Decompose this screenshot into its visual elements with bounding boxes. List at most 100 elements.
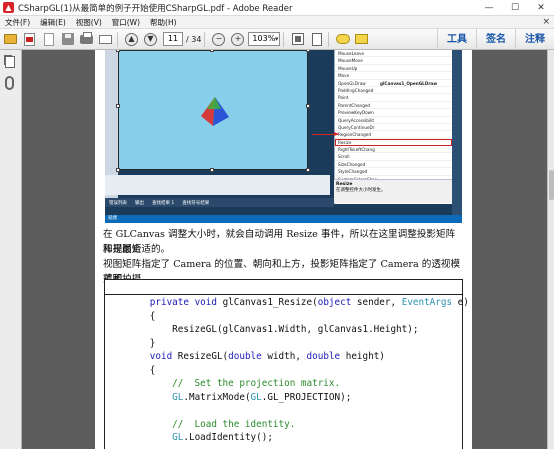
menu-view[interactable]: 视图(V) [71, 17, 107, 28]
code-token: { [105, 310, 156, 322]
code-token: ResizeGL( [172, 351, 229, 362]
property-row: StyleChanged [335, 168, 452, 176]
tab-error-list: 错误列表 [109, 200, 127, 206]
fit-page-button[interactable] [289, 31, 306, 48]
menu-bar: 文件(F) 编辑(E) 视图(V) 窗口(W) 帮助(H) × [0, 16, 554, 29]
pdf-icon [24, 32, 35, 46]
previous-page-button[interactable]: ▲ [123, 31, 140, 48]
property-row: MouseLeave [335, 50, 452, 58]
save-button[interactable] [59, 31, 76, 48]
property-row: QueryContinueDr [335, 124, 452, 132]
code-token: GL [250, 391, 262, 403]
comment-button[interactable] [334, 31, 351, 48]
paragraph-line: 阵是最合适的。 [103, 244, 171, 255]
menu-help[interactable]: 帮助(H) [145, 17, 182, 28]
property-row: MouseMove [335, 57, 452, 65]
code-token: .GL_PROJECTION); [261, 391, 352, 403]
vertical-scrollbar[interactable] [547, 50, 554, 449]
sign-button[interactable] [353, 31, 370, 48]
folder-icon [4, 34, 17, 44]
code-token: .MatrixMode( [183, 391, 251, 403]
menu-edit[interactable]: 编辑(E) [35, 17, 71, 28]
code-line: GL.MatrixMode(GL.GL_PROJECTION); [105, 391, 351, 404]
page-total: / 34 [186, 34, 202, 44]
code-token: double [306, 351, 341, 362]
sign-link[interactable]: 签名 [476, 29, 515, 50]
scrollbar-thumb[interactable] [549, 170, 554, 200]
title-bar: ▲ CSharpGL(1)从最简单的例子开始使用CSharpGL.pdf - A… [0, 0, 554, 16]
code-token: glCanvas1_Resize( [216, 297, 318, 308]
code-line: // Load the identity. [105, 418, 295, 431]
toolbar-separator [117, 31, 118, 47]
property-row: RightToLeftChang [335, 146, 452, 154]
property-row: SizeChanged [335, 161, 452, 169]
next-page-button[interactable]: ▼ [142, 31, 159, 48]
tab-find-results: 查找结果 1 [152, 200, 175, 206]
toolbar-separator [204, 31, 206, 47]
code-line: void ResizeGL(double width, double heigh… [105, 350, 385, 363]
tab-output: 输出 [135, 200, 144, 206]
code-token: GL [172, 432, 184, 443]
code-token: private [149, 297, 189, 308]
vs-status-bar: 就绪 [105, 215, 462, 223]
resize-handle [210, 168, 214, 172]
code-block: private void glCanvas1_Resize(object sen… [104, 279, 469, 449]
create-pdf-button[interactable] [21, 31, 38, 48]
zoom-value: 103% [252, 34, 276, 43]
zoom-in-button[interactable]: + [229, 31, 246, 48]
print-button[interactable] [78, 31, 95, 48]
close-document-icon[interactable]: × [542, 17, 550, 27]
code-token: height) [340, 351, 385, 362]
property-row: Paint [335, 94, 452, 102]
minus-icon: − [212, 32, 226, 46]
code-token: e) [452, 297, 469, 308]
tools-link[interactable]: 工具 [437, 29, 476, 50]
resize-handle [306, 104, 310, 108]
resize-handle [306, 50, 310, 52]
property-row: MouseUp [335, 65, 452, 73]
menu-window[interactable]: 窗口(W) [107, 17, 145, 28]
code-line: ResizeGL(glCanvas1.Width, glCanvas1.Heig… [105, 323, 418, 336]
comment-icon [335, 34, 350, 44]
zoom-select[interactable]: 103% ▾ [248, 32, 281, 46]
property-row: Move [335, 72, 452, 80]
toolbar-separator [328, 31, 330, 47]
minimize-button[interactable]: — [476, 0, 502, 16]
pyramid-render [201, 97, 229, 126]
property-row-resize: Resize [335, 138, 452, 147]
code-token: ResizeGL(glCanvas1.Width, glCanvas1.Heig… [105, 324, 419, 335]
pages-icon[interactable] [5, 56, 15, 68]
property-description: Resize 在调整控件大小时发生。 [334, 179, 452, 203]
email-button[interactable] [97, 31, 114, 48]
code-line: GL.LoadIdentity(); [105, 431, 273, 444]
property-row: QueryAccessibilit [335, 117, 452, 124]
resize-handle [116, 50, 120, 52]
code-line: private void glCanvas1_Resize(object sen… [105, 296, 469, 309]
attachment-icon[interactable] [5, 76, 14, 90]
open-button[interactable] [2, 31, 19, 48]
side-toolbox-strip [452, 50, 462, 223]
code-block-divider [105, 294, 462, 295]
close-button[interactable]: ✕ [528, 0, 554, 16]
code-token: // Load the identity. [105, 418, 296, 430]
output-tabs: 错误列表 输出 查找结果 1 查找符号结果 [105, 198, 334, 207]
page-number-input[interactable]: 11 [163, 32, 183, 46]
page-button[interactable] [40, 31, 57, 48]
code-token: object [317, 297, 352, 308]
toolbar-separator [283, 31, 285, 47]
code-token: void [194, 297, 217, 308]
adobe-reader-icon: ▲ [3, 2, 14, 13]
navigation-pane [0, 50, 22, 449]
comment-link[interactable]: 注释 [515, 29, 554, 50]
menu-file[interactable]: 文件(F) [0, 17, 35, 28]
code-token: width, [261, 351, 307, 362]
maximize-button[interactable]: ☐ [502, 0, 528, 16]
fit-width-button[interactable] [308, 31, 325, 48]
document-area[interactable]: MouseLeave MouseMove MouseUp Move OpenGL… [22, 50, 547, 449]
property-row: PreviewKeyDown [335, 109, 452, 117]
zoom-out-button[interactable]: − [210, 31, 227, 48]
code-line: // Set the projection matrix. [105, 377, 340, 390]
property-row: RegionChanged [335, 131, 452, 139]
